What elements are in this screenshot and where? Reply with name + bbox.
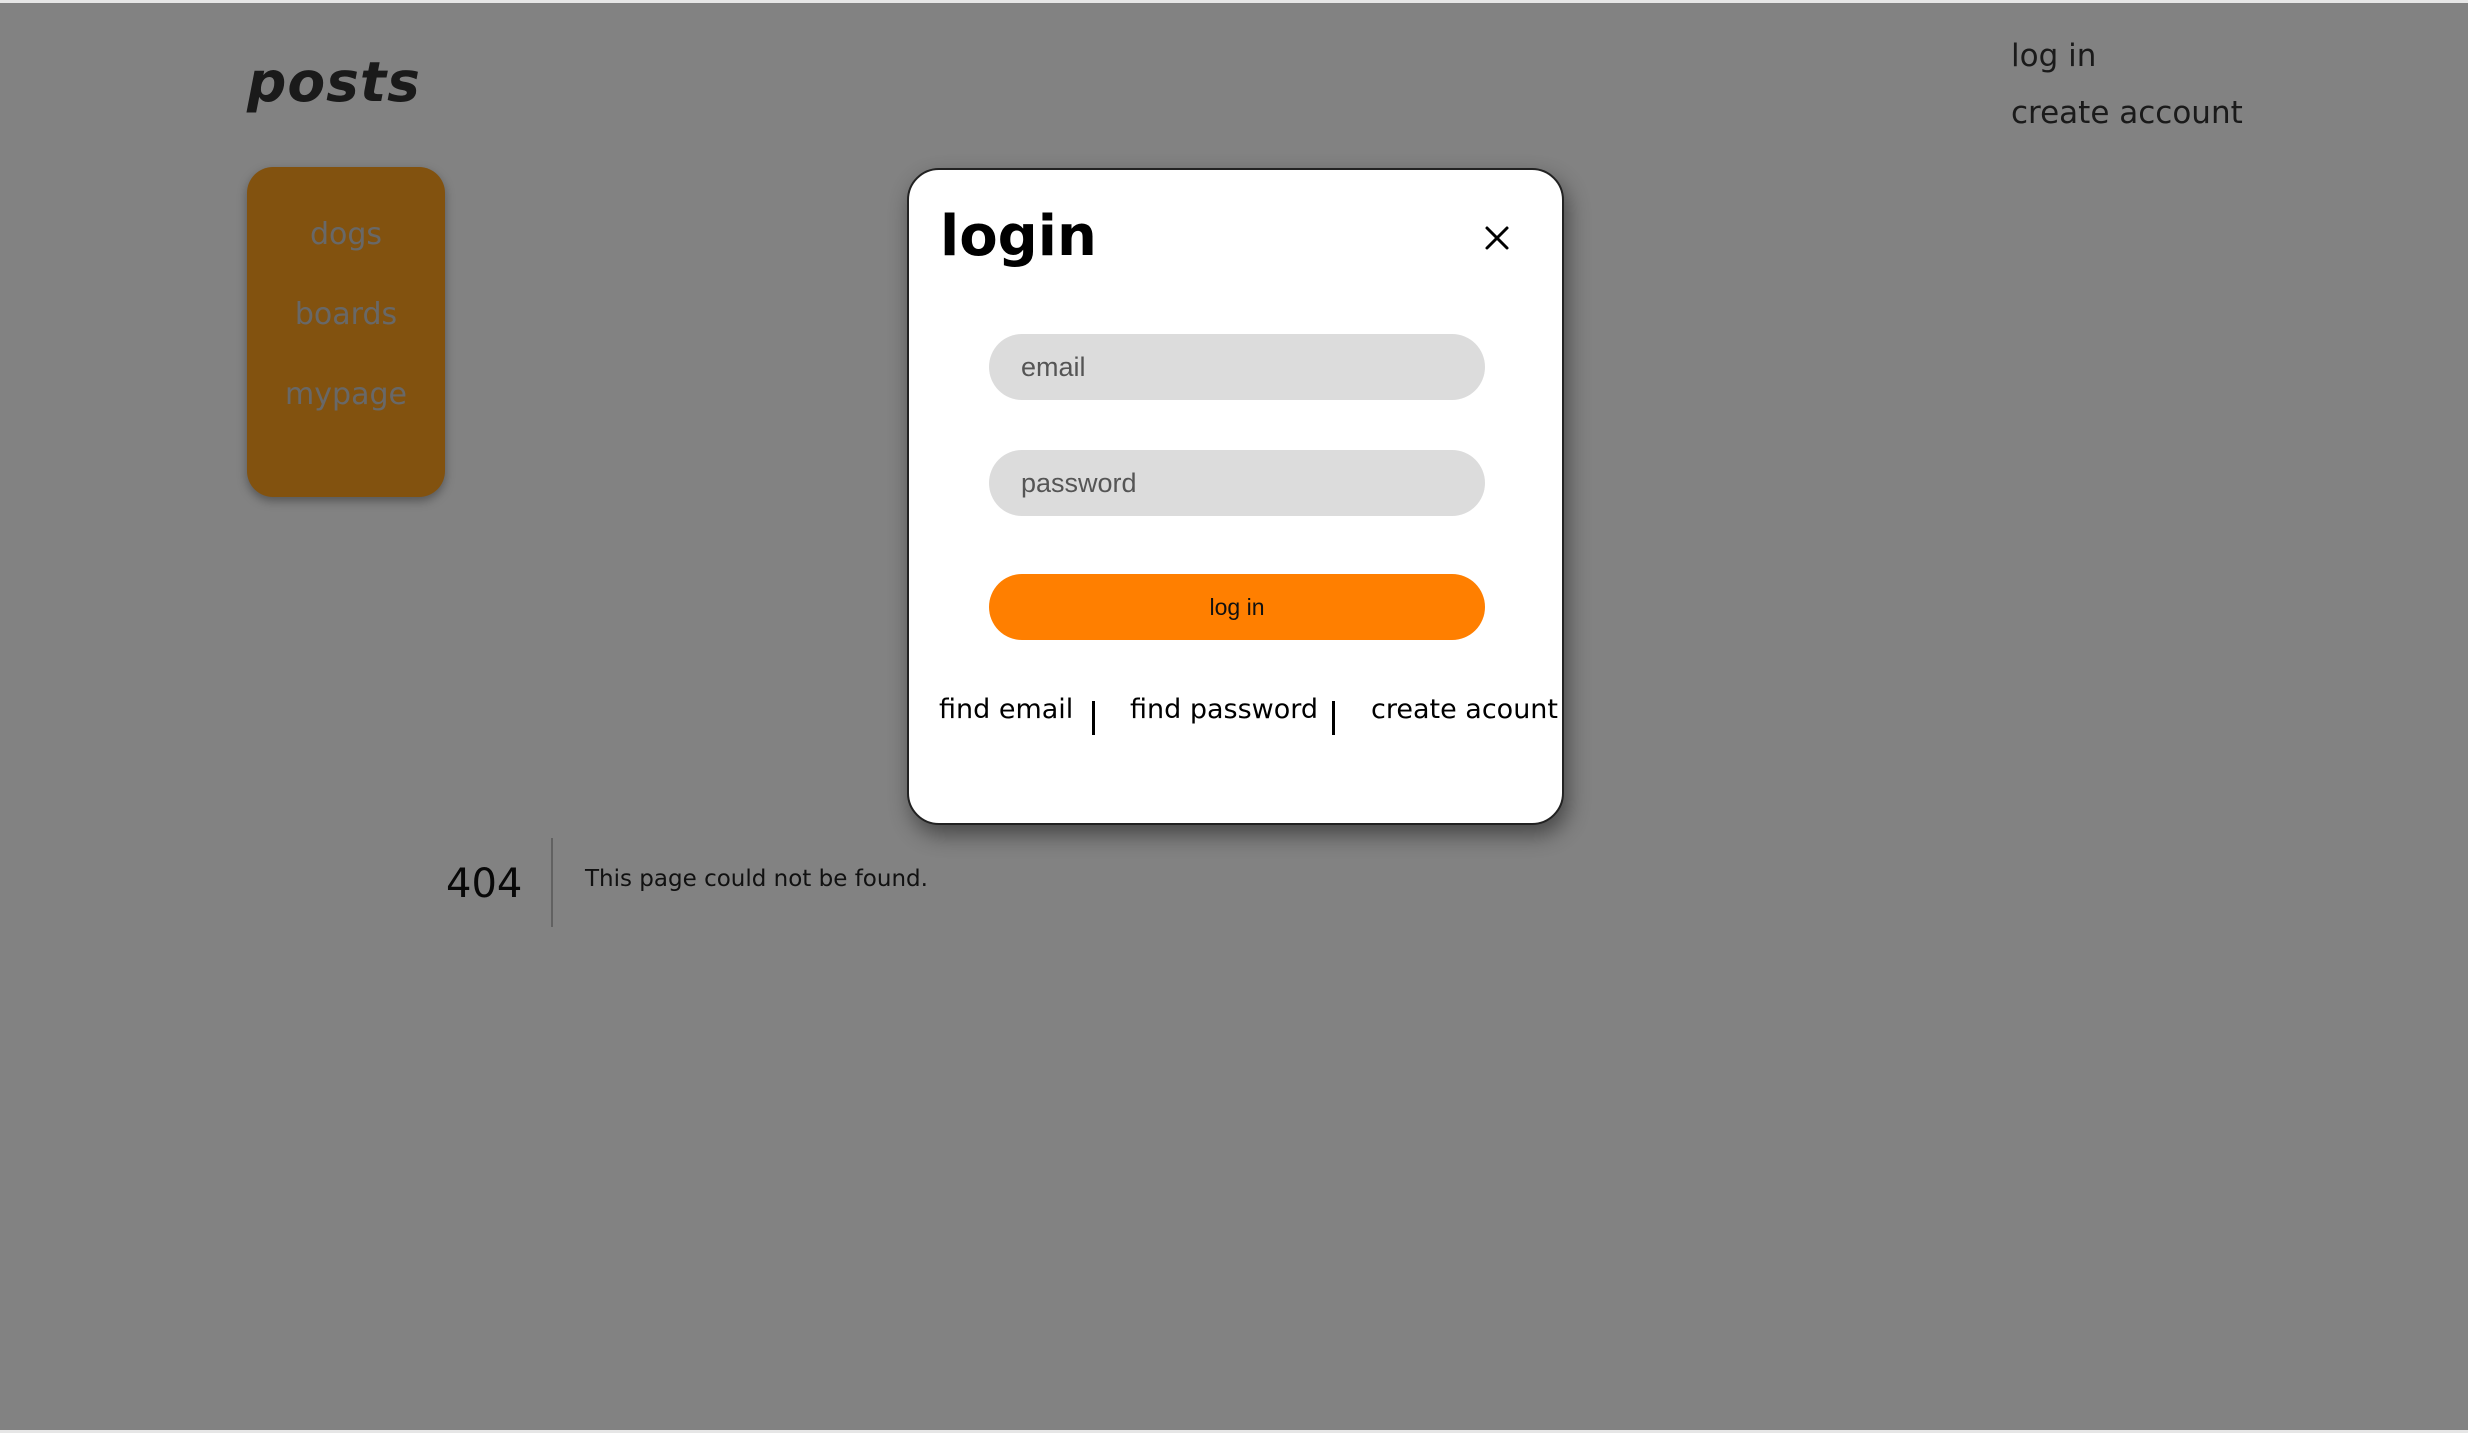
find-email-link[interactable]: find email bbox=[939, 694, 1073, 725]
modal-title: login bbox=[940, 204, 1097, 269]
password-field[interactable] bbox=[989, 450, 1485, 516]
link-separator bbox=[1332, 701, 1335, 735]
create-account-link[interactable]: create acount bbox=[1371, 694, 1558, 725]
email-field[interactable] bbox=[989, 334, 1485, 400]
login-submit-button[interactable]: log in bbox=[989, 574, 1485, 640]
link-separator bbox=[1092, 701, 1095, 735]
find-password-link[interactable]: find password bbox=[1130, 694, 1318, 725]
login-modal: login log in find email find password cr… bbox=[907, 168, 1564, 825]
close-icon bbox=[1485, 226, 1509, 250]
top-divider bbox=[0, 0, 2468, 3]
close-button[interactable] bbox=[1479, 220, 1515, 256]
